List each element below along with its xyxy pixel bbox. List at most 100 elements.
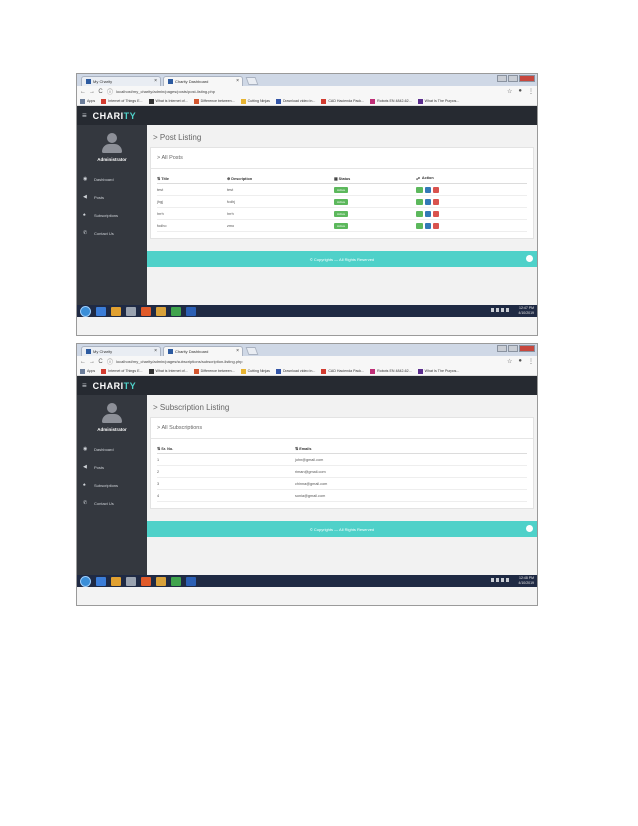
new-tab-button[interactable] (245, 347, 259, 355)
star-icon[interactable]: ☆ (507, 358, 512, 365)
delete-button[interactable] (433, 210, 439, 217)
maximize-button[interactable] (508, 75, 518, 82)
bookmark-item[interactable]: Apps (80, 98, 95, 104)
start-button[interactable] (80, 575, 91, 587)
view-button[interactable] (416, 186, 423, 193)
delete-button[interactable] (433, 198, 439, 205)
bookmark-item[interactable]: CAD Hacienda Pack... (321, 368, 364, 374)
app-icon[interactable] (156, 306, 166, 316)
sidebar-item-dashboard[interactable]: ◉ Dashboard (77, 170, 147, 188)
sidebar-item-dashboard[interactable]: ◉ Dashboard (77, 440, 147, 458)
column-header-title[interactable]: ⇅ Title (157, 176, 227, 181)
bookmark-item[interactable]: Difference between... (193, 98, 235, 104)
delete-button[interactable] (433, 222, 439, 229)
chrome-icon[interactable] (171, 576, 181, 586)
url-field[interactable]: localhost/my_charity/admin/pages/subscri… (116, 359, 503, 364)
edit-button[interactable] (425, 210, 431, 217)
profile-icon[interactable]: ● (518, 88, 522, 95)
menu-dots-icon[interactable]: ⋮ (528, 88, 534, 95)
bookmark-item[interactable]: Download video in... (275, 98, 315, 104)
bookmark-item[interactable]: Difference between... (193, 368, 235, 374)
view-button[interactable] (416, 210, 423, 217)
bookmark-item[interactable]: What Is The Purpos... (417, 368, 459, 374)
folder-icon[interactable] (126, 306, 136, 316)
bookmark-item[interactable]: Cutting Ninjas (240, 368, 270, 374)
edit-button[interactable] (425, 222, 431, 229)
ie-icon[interactable] (96, 306, 106, 316)
bookmark-item[interactable]: What is Internet of... (148, 98, 188, 104)
minimize-button[interactable] (497, 345, 507, 352)
sidebar-item-posts[interactable]: ◀ Posts (77, 188, 147, 206)
browser-tab-active[interactable]: Charity Dashboard × (163, 346, 243, 356)
sidebar-item-posts[interactable]: ◀ Posts (77, 458, 147, 476)
word-icon[interactable] (186, 576, 196, 586)
media-player-icon[interactable] (141, 576, 151, 586)
back-icon[interactable]: ← (80, 359, 86, 365)
reload-icon[interactable]: C (98, 89, 103, 95)
settings-icon[interactable] (526, 255, 533, 262)
hamburger-icon[interactable]: ≡ (82, 381, 87, 390)
hamburger-icon[interactable]: ≡ (82, 111, 87, 120)
bookmark-item[interactable]: What Is The Purpos... (417, 98, 459, 104)
start-button[interactable] (80, 305, 91, 317)
app-icon[interactable] (156, 576, 166, 586)
sidebar-item-contact-us[interactable]: ✆ Contact Us (77, 224, 147, 242)
star-icon[interactable]: ☆ (507, 88, 512, 95)
ie-icon[interactable] (96, 576, 106, 586)
folder-icon[interactable] (126, 576, 136, 586)
url-field[interactable]: localhost/my_charity/admin/pages/posts/p… (116, 89, 503, 94)
bookmark-item[interactable]: What is Internet of... (148, 368, 188, 374)
bookmark-item[interactable]: Download video in... (275, 368, 315, 374)
profile-icon[interactable]: ● (518, 358, 522, 365)
bookmark-item[interactable]: Apps (80, 368, 95, 374)
browser-tab[interactable]: My Charity × (81, 346, 161, 356)
bookmark-item[interactable]: Robots EN 4842-62... (370, 368, 412, 374)
explorer-icon[interactable] (111, 306, 121, 316)
system-clock[interactable]: 12:48 PM 4/10/2019 (518, 576, 534, 585)
bookmark-item[interactable]: CAD Hacienda Pack... (321, 98, 364, 104)
forward-icon[interactable]: → (89, 359, 95, 365)
window-close-button[interactable] (519, 75, 535, 82)
explorer-icon[interactable] (111, 576, 121, 586)
bookmark-item[interactable]: Robots EN 4842-62... (370, 98, 412, 104)
close-icon[interactable]: × (154, 347, 157, 356)
column-header-sr-no[interactable]: ⇅ Sr. No. (157, 446, 295, 451)
view-button[interactable] (416, 198, 423, 205)
sidebar-item-subscriptions[interactable]: ♠ Subscriptions (77, 476, 147, 494)
sidebar-item-contact-us[interactable]: ✆ Contact Us (77, 494, 147, 512)
logo[interactable]: CHARITY (93, 381, 137, 391)
system-clock[interactable]: 12:47 PM 4/10/2019 (518, 306, 534, 315)
view-button[interactable] (416, 222, 423, 229)
bookmark-label: Internet of Things E... (108, 369, 143, 373)
new-tab-button[interactable] (245, 77, 259, 85)
column-header-action[interactable]: ☍ Action (416, 176, 527, 181)
sidebar-item-subscriptions[interactable]: ♠ Subscriptions (77, 206, 147, 224)
back-icon[interactable]: ← (80, 89, 86, 95)
forward-icon[interactable]: → (89, 89, 95, 95)
cell-title: fodho (157, 223, 167, 228)
settings-icon[interactable] (526, 525, 533, 532)
menu-dots-icon[interactable]: ⋮ (528, 358, 534, 365)
window-close-button[interactable] (519, 345, 535, 352)
browser-tab-active[interactable]: Charity Dashboard × (163, 76, 243, 86)
delete-button[interactable] (433, 186, 439, 193)
word-icon[interactable] (186, 306, 196, 316)
bookmark-item[interactable]: Internet of Things E... (101, 98, 143, 104)
column-header-emails[interactable]: ⇅ Emails (295, 446, 527, 451)
edit-button[interactable] (425, 198, 431, 205)
column-header-status[interactable]: ▦ Status (334, 176, 416, 181)
browser-tab[interactable]: My Charity × (81, 76, 161, 86)
minimize-button[interactable] (497, 75, 507, 82)
media-player-icon[interactable] (141, 306, 151, 316)
logo[interactable]: CHARITY (93, 111, 137, 121)
edit-button[interactable] (425, 186, 431, 193)
bookmark-item[interactable]: Cutting Ninjas (240, 98, 270, 104)
column-header-description[interactable]: ⊕ Description (227, 176, 334, 181)
bookmark-item[interactable]: Internet of Things E... (101, 368, 143, 374)
close-icon[interactable]: × (236, 77, 239, 86)
maximize-button[interactable] (508, 345, 518, 352)
chrome-icon[interactable] (171, 306, 181, 316)
reload-icon[interactable]: C (98, 359, 103, 365)
close-icon[interactable]: × (236, 347, 239, 356)
close-icon[interactable]: × (154, 77, 157, 86)
